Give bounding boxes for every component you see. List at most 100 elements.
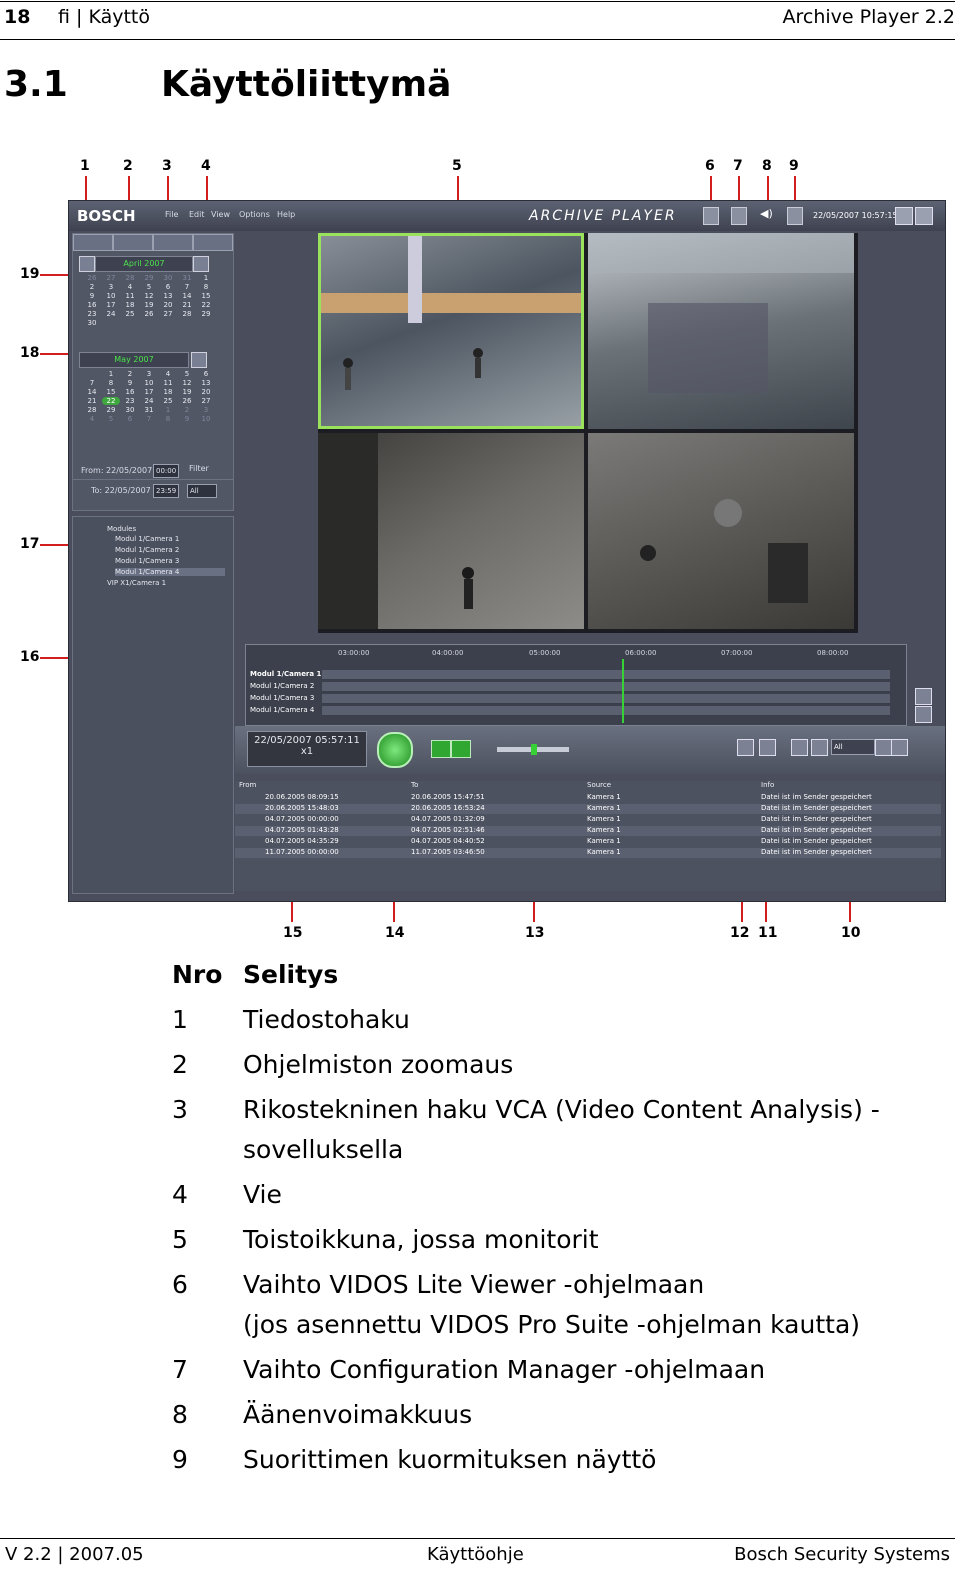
calendar-day[interactable]: 1 bbox=[197, 274, 215, 282]
bookmark-icon[interactable] bbox=[737, 739, 754, 756]
calendar-day[interactable]: 16 bbox=[121, 388, 139, 396]
calendar-day[interactable]: 28 bbox=[178, 310, 196, 318]
calendar-day[interactable]: 11 bbox=[121, 292, 139, 300]
calendar-day[interactable]: 5 bbox=[140, 283, 158, 291]
menu-options[interactable]: Options bbox=[239, 210, 270, 219]
calendar-day[interactable] bbox=[140, 319, 158, 327]
prev-month-button[interactable] bbox=[79, 256, 95, 272]
timeline-track[interactable] bbox=[322, 694, 890, 704]
calendar-day[interactable]: 28 bbox=[83, 406, 101, 414]
monitor-3[interactable] bbox=[318, 433, 584, 629]
configuration-manager-icon[interactable] bbox=[731, 207, 747, 225]
speed-slider[interactable] bbox=[497, 744, 569, 755]
calendar-day[interactable]: 23 bbox=[121, 397, 139, 405]
search-back-icon[interactable] bbox=[811, 739, 828, 756]
calendar-day[interactable]: 29 bbox=[102, 406, 120, 414]
vidos-lite-viewer-icon[interactable] bbox=[703, 207, 719, 225]
calendar-day[interactable]: 9 bbox=[83, 292, 101, 300]
zoom-out-icon[interactable] bbox=[915, 706, 932, 723]
calendar-day[interactable]: 26 bbox=[178, 397, 196, 405]
timeline-track[interactable] bbox=[322, 670, 890, 680]
calendar-day[interactable]: 2 bbox=[178, 406, 196, 414]
calendar-day[interactable]: 3 bbox=[197, 406, 215, 414]
table-row[interactable]: 04.07.2005 04:35:29 04.07.2005 04:40:52 Ka… bbox=[235, 837, 941, 847]
calendar-day[interactable]: 6 bbox=[159, 283, 177, 291]
calendar-day[interactable] bbox=[178, 319, 196, 327]
speed-slider-knob[interactable] bbox=[531, 744, 537, 755]
monitor-4[interactable] bbox=[588, 433, 854, 629]
protect-icon[interactable] bbox=[759, 739, 776, 756]
calendar-day[interactable]: 20 bbox=[197, 388, 215, 396]
calendar-day[interactable]: 7 bbox=[140, 415, 158, 423]
table-row[interactable]: 20.06.2005 15:48:03 20.06.2005 16:53:24 Ka… bbox=[235, 804, 941, 814]
calendar-day[interactable]: 2 bbox=[121, 370, 139, 378]
calendar-day[interactable] bbox=[197, 319, 215, 327]
menu-view[interactable]: View bbox=[211, 210, 230, 219]
calendar-grid-2[interactable]: 1 2 3 4 5 6 7 8 9 10 11 12 13 14 15 16 17 18 19 20 21 22 23 24 2… bbox=[83, 370, 211, 423]
calendar-day[interactable]: 24 bbox=[102, 310, 120, 318]
calendar-day[interactable]: 16 bbox=[83, 301, 101, 309]
calendar-day[interactable]: 27 bbox=[197, 397, 215, 405]
calendar-day[interactable]: 28 bbox=[121, 274, 139, 282]
calendar-day[interactable]: 1 bbox=[159, 406, 177, 414]
minimize-button[interactable] bbox=[895, 207, 913, 225]
zoom-in-icon[interactable] bbox=[915, 688, 932, 705]
tree-item[interactable]: Modules bbox=[107, 525, 136, 533]
calendar-day[interactable]: 15 bbox=[197, 292, 215, 300]
calendar-day[interactable]: 10 bbox=[140, 379, 158, 387]
skip-back-button[interactable] bbox=[431, 740, 451, 758]
to-time-input[interactable]: 23:59 bbox=[153, 484, 180, 498]
search-forward-icon[interactable] bbox=[891, 739, 908, 756]
calendar-day[interactable]: 13 bbox=[159, 292, 177, 300]
table-row[interactable]: 20.06.2005 08:09:15 20.06.2005 15:47:51 Ka… bbox=[235, 793, 941, 803]
table-row[interactable]: 11.07.2005 00:00:00 11.07.2005 03:46:50 Ka… bbox=[235, 848, 941, 858]
calendar-day[interactable]: 18 bbox=[121, 301, 139, 309]
tab-software-zoom[interactable] bbox=[113, 234, 153, 251]
calendar-day[interactable]: 31 bbox=[140, 406, 158, 414]
calendar-day[interactable]: 4 bbox=[83, 415, 101, 423]
calendar-day[interactable]: 27 bbox=[102, 274, 120, 282]
calendar-day[interactable]: 4 bbox=[121, 283, 139, 291]
calendar-day[interactable] bbox=[159, 319, 177, 327]
calendar-day[interactable]: 30 bbox=[83, 319, 101, 327]
calendar-day[interactable]: 3 bbox=[140, 370, 158, 378]
calendar-day[interactable]: 7 bbox=[178, 283, 196, 291]
calendar-day[interactable]: 22 bbox=[197, 301, 215, 309]
calendar-day[interactable]: 30 bbox=[159, 274, 177, 282]
calendar-day[interactable]: 31 bbox=[178, 274, 196, 282]
calendar-day[interactable]: 26 bbox=[140, 310, 158, 318]
tree-item[interactable]: VIP X1/Camera 1 bbox=[107, 579, 166, 587]
calendar-day[interactable]: 26 bbox=[83, 274, 101, 282]
calendar-day[interactable]: 24 bbox=[140, 397, 158, 405]
calendar-day[interactable]: 18 bbox=[159, 388, 177, 396]
tab-file-search[interactable] bbox=[73, 234, 113, 251]
calendar-day[interactable]: 19 bbox=[140, 301, 158, 309]
calendar-day[interactable]: 19 bbox=[178, 388, 196, 396]
calendar-day[interactable]: 6 bbox=[121, 415, 139, 423]
calendar-day[interactable]: 22 bbox=[102, 397, 120, 405]
table-row[interactable]: 04.07.2005 00:00:00 04.07.2005 01:32:09 Ka… bbox=[235, 815, 941, 825]
volume-icon[interactable]: ◀) bbox=[760, 207, 774, 223]
calendar-day[interactable]: 15 bbox=[102, 388, 120, 396]
from-time-input[interactable]: 00:00 bbox=[153, 464, 180, 478]
calendar-day[interactable]: 10 bbox=[102, 292, 120, 300]
calendar-day[interactable]: 21 bbox=[83, 397, 101, 405]
timeline[interactable]: 03:00:00 04:00:00 05:00:00 06:00:00 07:0… bbox=[245, 644, 907, 726]
tree-item[interactable]: Modul 1/Camera 2 bbox=[115, 546, 179, 554]
calendar-day[interactable]: 17 bbox=[140, 388, 158, 396]
calendar-day[interactable]: 5 bbox=[178, 370, 196, 378]
calendar-day[interactable]: 25 bbox=[159, 397, 177, 405]
col-info[interactable]: Info bbox=[761, 781, 774, 791]
calendar-day[interactable]: 14 bbox=[178, 292, 196, 300]
calendar-grid-1[interactable]: 26 27 28 29 30 31 1 2 3 4 5 6 7 8 9 10 11 12 13 14 15 16 17 18 1… bbox=[83, 274, 211, 327]
menu-edit[interactable]: Edit bbox=[189, 210, 205, 219]
calendar-day[interactable]: 12 bbox=[140, 292, 158, 300]
calendar-day[interactable]: 1 bbox=[102, 370, 120, 378]
calendar-day[interactable] bbox=[121, 319, 139, 327]
calendar-day[interactable] bbox=[83, 370, 101, 378]
calendar-day[interactable]: 13 bbox=[197, 379, 215, 387]
calendar-day[interactable]: 17 bbox=[102, 301, 120, 309]
calendar-day[interactable]: 2 bbox=[83, 283, 101, 291]
menu-file[interactable]: File bbox=[165, 210, 178, 219]
collapse-calendar-button[interactable] bbox=[191, 352, 207, 368]
